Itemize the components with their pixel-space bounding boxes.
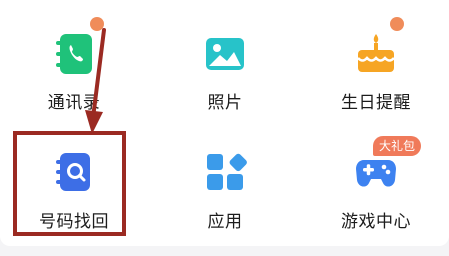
tile-label-game-center: 游戏中心 bbox=[341, 212, 411, 232]
tile-number-recovery[interactable]: 号码找回 bbox=[14, 0, 134, 232]
highlight-box bbox=[13, 131, 126, 236]
tile-label-apps: 应用 bbox=[207, 212, 243, 232]
gift-pack-badge: 大礼包 bbox=[373, 136, 422, 156]
tile-game-center[interactable]: 大礼包 游戏中心 bbox=[316, 0, 436, 232]
apps-grid-icon bbox=[207, 153, 247, 190]
tile-apps[interactable]: 应用 bbox=[165, 0, 285, 232]
gamepad-icon bbox=[356, 160, 396, 187]
page: 通讯录 照片 生日提醒 号码找回 应用 大礼包 游戏中心 bbox=[0, 0, 449, 256]
